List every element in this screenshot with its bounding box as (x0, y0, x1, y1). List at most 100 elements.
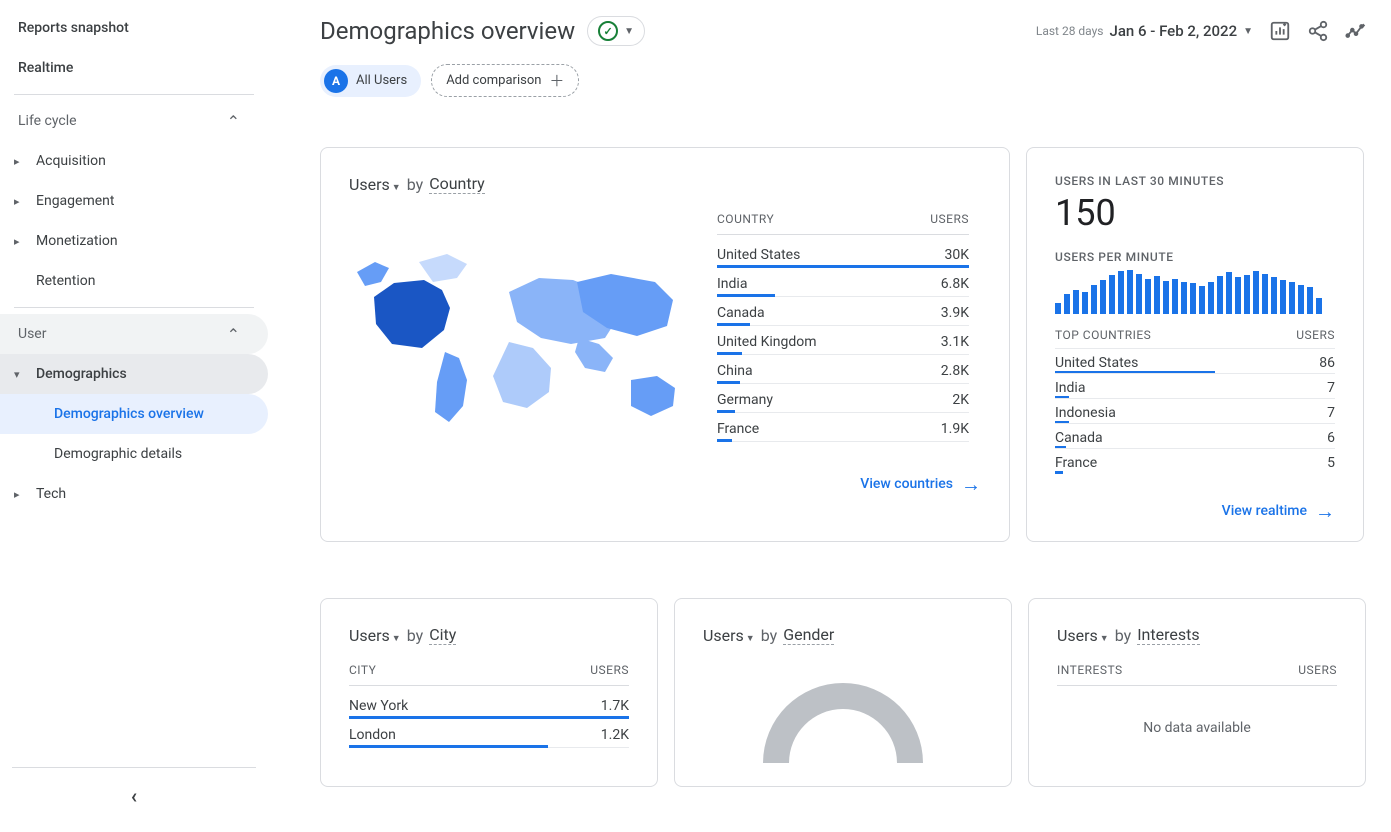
caret-down-icon: ▾ (14, 368, 20, 381)
row-label: United States (717, 247, 800, 263)
by-label: by (1115, 626, 1131, 645)
add-comparison-label: Add comparison (446, 73, 541, 88)
sidebar-section-label: User (18, 326, 46, 342)
chevron-down-icon: ▼ (624, 26, 634, 37)
spark-bar (1055, 303, 1061, 314)
dimension-selector[interactable]: Interests (1137, 625, 1199, 645)
table-row[interactable]: United Kingdom 3.1K (717, 326, 969, 355)
no-data-label: No data available (1057, 690, 1337, 766)
spark-bar (1244, 275, 1250, 314)
metric-selector[interactable]: Users▼ (1057, 626, 1109, 645)
spark-bar (1298, 285, 1304, 314)
dimension-selector[interactable]: Gender (783, 625, 834, 645)
row-label: United Kingdom (717, 334, 817, 350)
table-row[interactable]: United States30K (717, 239, 969, 268)
table-row[interactable]: New York1.7K (349, 690, 629, 719)
view-countries-link[interactable]: View countries → (860, 474, 981, 494)
row-value: 1.2K (601, 727, 629, 743)
spark-bar (1226, 272, 1232, 314)
table-row[interactable]: Indonesia7 (1055, 398, 1335, 423)
sidebar-item-demographic-details[interactable]: Demographic details (0, 434, 268, 474)
metric-selector[interactable]: Users▼ (703, 626, 755, 645)
row-value: 7 (1327, 380, 1335, 396)
realtime-heading: USERS IN LAST 30 MINUTES (1055, 174, 1335, 188)
col-users: USERS (930, 212, 969, 226)
card-realtime: USERS IN LAST 30 MINUTES 150 USERS PER M… (1026, 147, 1364, 542)
metric-selector[interactable]: Users▼ (349, 175, 401, 194)
dimension-selector[interactable]: City (429, 625, 456, 645)
sidebar-item-demographics[interactable]: ▾ Demographics (0, 354, 268, 394)
arrow-right-icon: → (961, 474, 981, 494)
sparkline-chart (1055, 270, 1335, 314)
sidebar-item-retention[interactable]: Retention (0, 261, 268, 301)
row-value: 1.7K (601, 698, 629, 714)
spark-bar (1118, 271, 1124, 314)
metric-selector[interactable]: Users▼ (349, 626, 401, 645)
dimension-selector[interactable]: Country (429, 174, 485, 194)
share-icon[interactable] (1307, 20, 1329, 42)
metric-label: Users (349, 626, 390, 645)
sidebar-section-user[interactable]: User ⌃ (0, 314, 268, 354)
row-label: India (1055, 380, 1085, 396)
row-label: London (349, 727, 396, 743)
chevron-down-icon: ▼ (392, 183, 401, 193)
sidebar-item-tech[interactable]: ▸ Tech (0, 474, 268, 514)
sidebar-collapse[interactable]: ‹ (12, 767, 256, 824)
sidebar-section-lifecycle[interactable]: Life cycle ⌃ (0, 101, 268, 141)
card-users-by-gender: Users▼ by Gender (674, 598, 1012, 787)
table-row[interactable]: London 1.2K (349, 719, 629, 748)
per-minute-label: USERS PER MINUTE (1055, 250, 1335, 264)
row-label: United States (1055, 355, 1138, 371)
sidebar-item-acquisition[interactable]: ▸ Acquisition (0, 141, 268, 181)
status-pill[interactable]: ✓ ▼ (587, 16, 645, 46)
date-range-label: Last 28 days (1036, 24, 1104, 38)
spark-bar (1136, 274, 1142, 314)
sidebar-section-label: Life cycle (18, 113, 77, 129)
segment-all-users[interactable]: A All Users (320, 65, 421, 97)
row-label: India (717, 276, 747, 292)
sidebar-item-label: Tech (36, 486, 66, 502)
table-row[interactable]: United States 86 (1055, 348, 1335, 373)
link-label: View countries (860, 476, 953, 492)
customize-report-icon[interactable] (1269, 20, 1291, 42)
table-row[interactable]: France1.9K (717, 413, 969, 442)
sidebar-item-engagement[interactable]: ▸ Engagement (0, 181, 268, 221)
table-row[interactable]: Canada6 (1055, 423, 1335, 448)
add-comparison-button[interactable]: Add comparison ＋ (431, 64, 579, 97)
chevron-left-icon: ‹ (131, 784, 137, 808)
table-row[interactable]: France5 (1055, 448, 1335, 473)
chevron-down-icon: ▼ (1243, 26, 1253, 37)
table-row[interactable]: India6.8K (717, 268, 969, 297)
sidebar-item-realtime[interactable]: Realtime (0, 48, 268, 88)
caret-right-icon: ▸ (14, 235, 20, 248)
table-row[interactable]: China2.8K (717, 355, 969, 384)
spark-bar (1190, 283, 1196, 314)
sidebar-item-demographics-overview[interactable]: Demographics overview (0, 394, 268, 434)
spark-bar (1064, 294, 1070, 314)
spark-bar (1154, 276, 1160, 314)
spark-bar (1253, 271, 1259, 314)
sidebar-item-monetization[interactable]: ▸ Monetization (0, 221, 268, 261)
row-value: 7 (1327, 405, 1335, 421)
row-value: 3.1K (941, 334, 969, 350)
sidebar-item-reports-snapshot[interactable]: Reports snapshot (0, 8, 268, 48)
table-row[interactable]: Germany2K (717, 384, 969, 413)
row-value: 3.9K (941, 305, 969, 321)
table-row[interactable]: Canada3.9K (717, 297, 969, 326)
segment-label: All Users (356, 73, 407, 88)
date-range-value: Jan 6 - Feb 2, 2022 (1110, 22, 1238, 40)
date-range-picker[interactable]: Last 28 days Jan 6 - Feb 2, 2022 ▼ (1036, 22, 1253, 40)
spark-bar (1235, 277, 1241, 314)
row-value: 86 (1319, 355, 1335, 371)
sidebar-item-label: Retention (36, 273, 96, 289)
table-row[interactable]: India 7 (1055, 373, 1335, 398)
card-users-by-country: Users▼ by Country (320, 147, 1010, 542)
world-map[interactable] (349, 212, 689, 446)
spark-bar (1091, 285, 1097, 314)
spark-bar (1262, 274, 1268, 314)
col-interests: INTERESTS (1057, 663, 1123, 677)
insights-icon[interactable] (1345, 20, 1367, 42)
spark-bar (1127, 270, 1133, 314)
view-realtime-link[interactable]: View realtime → (1222, 501, 1335, 521)
spark-bar (1145, 279, 1151, 314)
